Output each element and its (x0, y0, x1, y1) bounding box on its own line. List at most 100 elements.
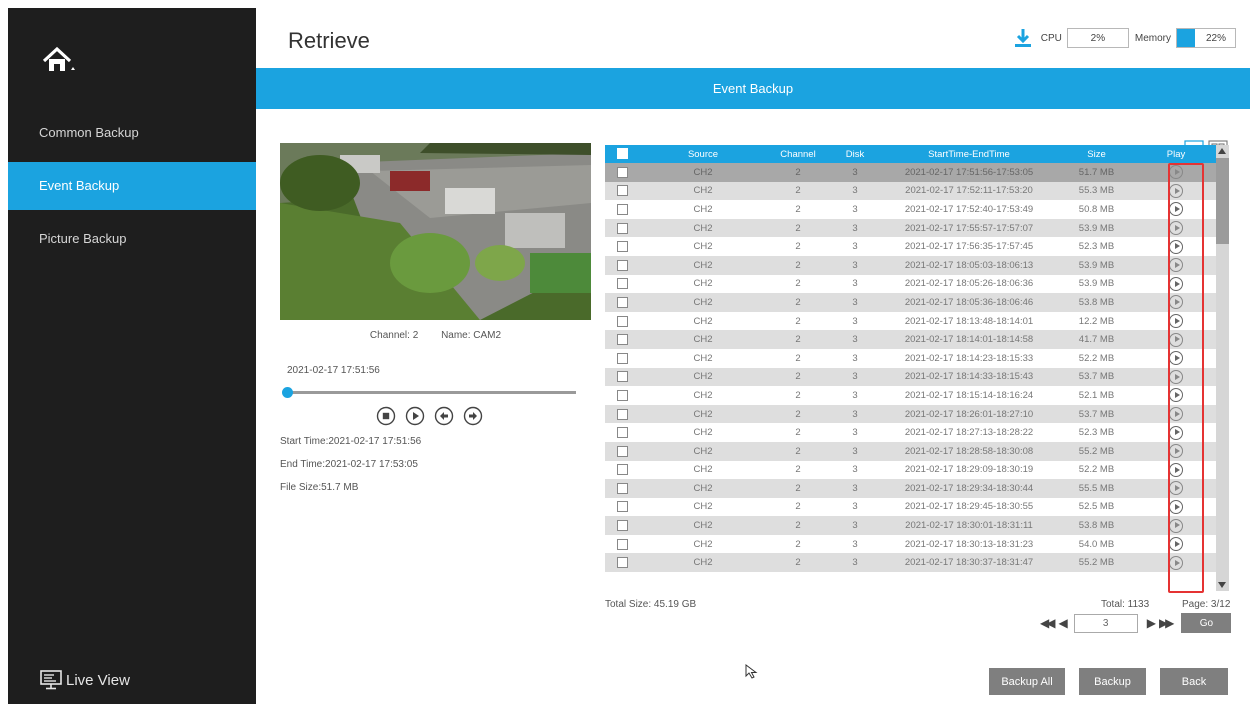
row-checkbox[interactable] (616, 352, 628, 364)
table-row[interactable]: CH2 2 3 2021-02-17 17:51:56-17:53:05 51.7 MB (605, 163, 1216, 182)
table-row[interactable]: CH2 2 3 2021-02-17 18:14:23-18:15:33 52.2 MB (605, 349, 1216, 368)
row-checkbox[interactable] (616, 464, 628, 476)
table-row[interactable]: CH2 2 3 2021-02-17 18:30:37-18:31:47 55.2 MB (605, 553, 1216, 573)
play-icon[interactable] (1169, 258, 1183, 273)
play-icon[interactable] (1169, 518, 1183, 533)
table-row[interactable]: CH2 2 3 2021-02-17 17:56:35-17:57:45 52.3 MB (605, 237, 1216, 256)
table-row[interactable]: CH2 2 3 2021-02-17 18:05:36-18:06:46 53.8 MB (605, 293, 1216, 312)
row-checkbox[interactable] (616, 520, 628, 532)
play-icon[interactable] (1169, 388, 1183, 403)
play-icon[interactable] (1169, 555, 1183, 570)
table-row[interactable]: CH2 2 3 2021-02-17 17:52:40-17:53:49 50.8 MB (605, 200, 1216, 219)
scroll-up-icon[interactable] (1218, 148, 1226, 154)
table-row[interactable]: CH2 2 3 2021-02-17 18:05:26-18:06:36 53.9 MB (605, 275, 1216, 294)
page-number-input[interactable] (1073, 613, 1138, 633)
scrollbar-thumb[interactable] (1216, 158, 1229, 244)
home-icon[interactable] (41, 43, 77, 79)
row-checkbox[interactable] (616, 445, 628, 457)
play-icon[interactable] (1169, 221, 1183, 236)
backup-all-button[interactable]: Backup All (989, 668, 1065, 695)
table-row[interactable]: CH2 2 3 2021-02-17 18:26:01-18:27:10 53.7 MB (605, 404, 1216, 424)
step-back-icon[interactable] (434, 406, 454, 426)
table-row[interactable]: CH2 2 3 2021-02-17 18:28:58-18:30:08 55.2 MB (605, 441, 1216, 461)
play-icon[interactable] (405, 406, 425, 426)
column-header-source[interactable]: Source (639, 145, 767, 163)
row-checkbox[interactable] (616, 557, 628, 569)
playback-progress-bar[interactable] (282, 387, 576, 398)
table-row[interactable]: CH2 2 3 2021-02-17 18:05:03-18:06:13 53.9 MB (605, 255, 1216, 275)
play-icon[interactable] (1169, 314, 1183, 329)
video-preview[interactable] (280, 143, 591, 320)
row-checkbox[interactable] (616, 427, 628, 439)
table-row[interactable]: CH2 2 3 2021-02-17 18:29:34-18:30:44 55.5 MB (605, 479, 1216, 498)
live-view-button[interactable]: Live View (40, 668, 130, 692)
back-button[interactable]: Back (1160, 668, 1228, 695)
backup-button[interactable]: Backup (1079, 668, 1146, 695)
play-icon[interactable] (1169, 295, 1183, 310)
table-row[interactable]: CH2 2 3 2021-02-17 18:27:13-18:28:22 52.3 MB (605, 423, 1216, 442)
play-icon[interactable] (1169, 444, 1183, 459)
row-checkbox[interactable] (616, 241, 628, 253)
table-row[interactable]: CH2 2 3 2021-02-17 17:52:11-17:53:20 55.3 MB (605, 181, 1216, 201)
sidebar-item-event-backup[interactable]: Event Backup (8, 162, 256, 210)
row-checkbox[interactable] (616, 259, 628, 271)
play-icon[interactable] (1169, 332, 1183, 347)
table-row[interactable]: CH2 2 3 2021-02-17 18:29:45-18:30:55 52.5 MB (605, 498, 1216, 517)
last-page-icon[interactable]: ▶▶ (1159, 616, 1175, 630)
download-icon[interactable] (1013, 28, 1033, 48)
play-icon[interactable] (1169, 481, 1183, 496)
step-forward-icon[interactable] (463, 406, 483, 426)
row-checkbox[interactable] (616, 203, 628, 215)
row-checkbox[interactable] (616, 315, 628, 327)
row-checkbox[interactable] (616, 296, 628, 308)
row-checkbox[interactable] (616, 185, 628, 197)
play-icon[interactable] (1169, 351, 1183, 366)
play-icon[interactable] (1169, 202, 1183, 217)
table-row[interactable]: CH2 2 3 2021-02-17 18:30:13-18:31:23 54.0 MB (605, 535, 1216, 554)
select-all-checkbox[interactable] (616, 148, 628, 160)
table-row[interactable]: CH2 2 3 2021-02-17 18:14:33-18:15:43 53.7 MB (605, 367, 1216, 387)
row-checkbox[interactable] (616, 334, 628, 346)
row-checkbox[interactable] (616, 501, 628, 513)
row-checkbox[interactable] (616, 482, 628, 494)
scroll-down-icon[interactable] (1218, 582, 1226, 588)
column-header-channel[interactable]: Channel (767, 145, 829, 163)
play-icon[interactable] (1169, 239, 1183, 254)
row-checkbox[interactable] (616, 538, 628, 550)
table-row[interactable]: CH2 2 3 2021-02-17 18:30:01-18:31:11 53.8 MB (605, 516, 1216, 535)
play-icon[interactable] (1169, 499, 1183, 514)
column-header-size[interactable]: Size (1057, 145, 1136, 163)
row-checkbox[interactable] (616, 371, 628, 383)
go-button[interactable]: Go (1181, 613, 1232, 633)
progress-handle[interactable] (282, 387, 293, 398)
source-cell: CH2 (693, 427, 713, 439)
first-page-icon[interactable]: ◀◀ (1040, 616, 1056, 630)
row-checkbox[interactable] (616, 222, 628, 234)
play-icon[interactable] (1169, 276, 1183, 291)
play-icon[interactable] (1169, 369, 1183, 384)
sidebar-item-common-backup[interactable]: Common Backup (8, 109, 256, 157)
play-icon[interactable] (1169, 425, 1183, 440)
source-cell: CH2 (693, 203, 713, 215)
table-row[interactable]: CH2 2 3 2021-02-17 18:13:48-18:14:01 12.2 MB (605, 312, 1216, 331)
play-icon[interactable] (1169, 183, 1183, 198)
column-header-time[interactable]: StartTime-EndTime (881, 145, 1057, 163)
row-checkbox[interactable] (616, 166, 628, 178)
play-icon[interactable] (1169, 165, 1183, 180)
table-row[interactable]: CH2 2 3 2021-02-17 18:14:01-18:14:58 41.7 MB (605, 330, 1216, 349)
play-icon[interactable] (1169, 407, 1183, 422)
play-icon[interactable] (1169, 537, 1183, 552)
prev-page-icon[interactable]: ◀ (1058, 616, 1067, 630)
sidebar-item-picture-backup[interactable]: Picture Backup (8, 215, 256, 263)
column-header-disk[interactable]: Disk (829, 145, 881, 163)
time-range-cell: 2021-02-17 18:05:36-18:06:46 (904, 296, 1034, 308)
row-checkbox[interactable] (616, 408, 628, 420)
row-checkbox[interactable] (616, 278, 628, 290)
table-row[interactable]: CH2 2 3 2021-02-17 17:55:57-17:57:07 53.9 MB (605, 218, 1216, 238)
row-checkbox[interactable] (616, 389, 628, 401)
play-icon[interactable] (1169, 462, 1183, 477)
table-row[interactable]: CH2 2 3 2021-02-17 18:15:14-18:16:24 52.1 MB (605, 386, 1216, 405)
next-page-icon[interactable]: ▶ (1147, 616, 1156, 630)
table-row[interactable]: CH2 2 3 2021-02-17 18:29:09-18:30:19 52.2 MB (605, 461, 1216, 480)
stop-icon[interactable] (376, 406, 396, 426)
